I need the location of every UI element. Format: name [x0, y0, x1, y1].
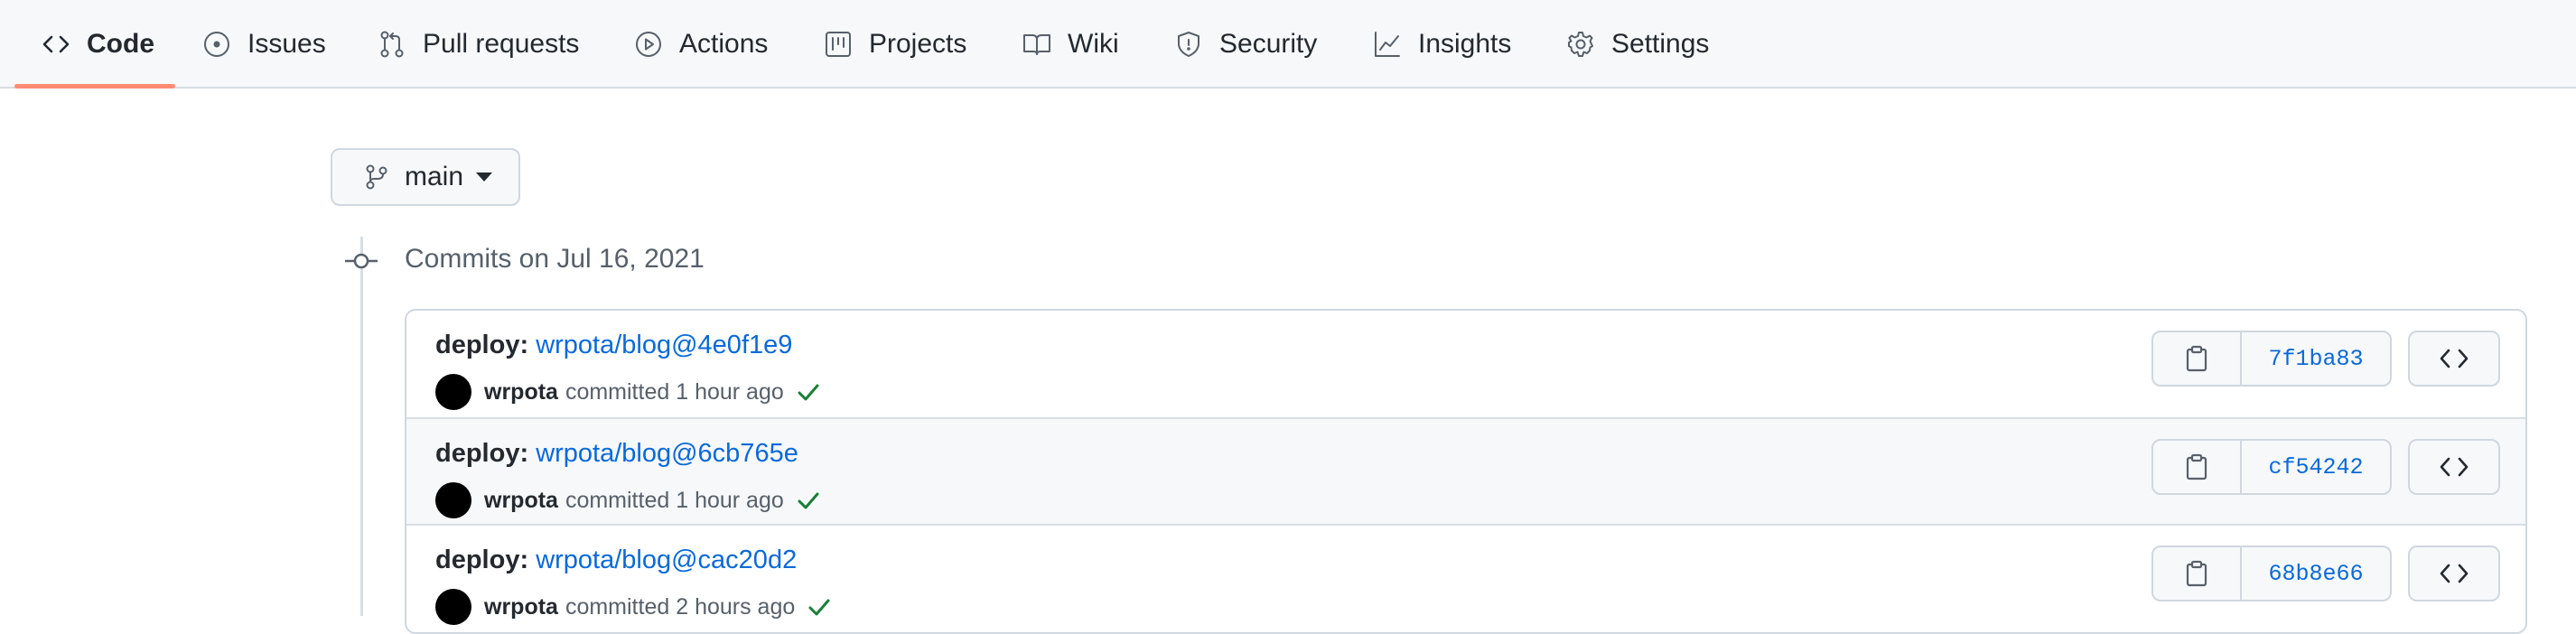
commit-message[interactable]: deploy: wrpota/blog@6cb765e — [435, 439, 798, 469]
clipboard-icon — [2186, 453, 2207, 480]
browse-files-button[interactable] — [2408, 331, 2500, 387]
commit-action: committed — [565, 378, 670, 405]
commit-time: 2 hours ago — [676, 593, 796, 620]
commit-group-title: Commits on Jul 16, 2021 — [405, 244, 705, 274]
tab-wiki[interactable]: Wiki — [1022, 0, 1119, 89]
commit-row: deploy: wrpota/blog@4e0f1e9 wrpota commi… — [406, 311, 2525, 417]
tab-label: Issues — [247, 29, 326, 59]
code-icon — [2440, 564, 2469, 583]
commit-sha-group: cf54242 — [2151, 439, 2392, 495]
graph-icon — [1375, 32, 1400, 57]
commit-sha-group: 7f1ba83 — [2151, 331, 2392, 387]
tab-label: Wiki — [1068, 29, 1119, 59]
commit-time: 1 hour ago — [676, 487, 784, 513]
commit-author[interactable]: wrpota — [484, 488, 558, 514]
commit-list: deploy: wrpota/blog@4e0f1e9 wrpota commi… — [405, 309, 2527, 634]
tab-label: Settings — [1611, 29, 1710, 59]
tab-label: Code — [87, 29, 154, 59]
code-icon — [2440, 457, 2469, 477]
copy-sha-button[interactable] — [2153, 332, 2242, 385]
commit-action: committed — [565, 593, 670, 620]
tab-label: Security — [1219, 29, 1318, 59]
project-icon — [826, 32, 851, 57]
play-icon — [636, 32, 661, 57]
tab-settings[interactable]: Settings — [1566, 0, 1709, 89]
commit-ref-link[interactable]: wrpota/blog@4e0f1e9 — [536, 331, 792, 359]
tab-actions[interactable]: Actions — [634, 0, 768, 89]
tab-pull-requests[interactable]: Pull requests — [378, 0, 579, 89]
chevron-down-icon — [476, 172, 493, 182]
tab-label: Projects — [869, 29, 967, 59]
commit-message[interactable]: deploy: wrpota/blog@4e0f1e9 — [435, 331, 792, 360]
commit-ref-link[interactable]: wrpota/blog@cac20d2 — [536, 545, 797, 574]
tab-issues[interactable]: Issues — [202, 0, 326, 89]
avatar[interactable] — [435, 482, 471, 518]
clipboard-icon — [2186, 560, 2207, 587]
commit-meta: wrpota committed 1 hour ago — [435, 482, 822, 518]
commit-meta: wrpota committed 1 hour ago — [435, 374, 822, 410]
commit-message-prefix[interactable]: deploy: — [435, 439, 528, 468]
clipboard-icon — [2186, 345, 2207, 372]
shield-icon — [1178, 32, 1199, 57]
check-icon[interactable] — [795, 487, 822, 514]
tab-label: Pull requests — [423, 29, 580, 59]
active-tab-indicator — [14, 84, 175, 89]
commit-sha-link[interactable]: 68b8e66 — [2242, 547, 2390, 600]
browse-files-button[interactable] — [2408, 439, 2500, 495]
commit-author[interactable]: wrpota — [484, 594, 558, 620]
commit-row: deploy: wrpota/blog@cac20d2 wrpota commi… — [406, 524, 2525, 630]
commit-message-prefix[interactable]: deploy: — [435, 331, 528, 359]
commit-sha-link[interactable]: 7f1ba83 — [2242, 332, 2390, 385]
commit-sha-group: 68b8e66 — [2151, 545, 2392, 601]
tab-label: Insights — [1418, 29, 1512, 59]
check-icon[interactable] — [806, 593, 833, 620]
tab-code[interactable]: Code — [42, 0, 154, 89]
code-icon — [42, 35, 70, 53]
browse-files-button[interactable] — [2408, 545, 2500, 601]
branch-selector-button[interactable]: main — [331, 148, 520, 206]
repo-nav: Code Issues Pull requests Actions Projec… — [0, 0, 2576, 89]
avatar[interactable] — [435, 589, 471, 625]
copy-sha-button[interactable] — [2153, 547, 2242, 600]
commit-ref-link[interactable]: wrpota/blog@6cb765e — [536, 439, 798, 468]
code-icon — [2440, 349, 2469, 368]
commit-message[interactable]: deploy: wrpota/blog@cac20d2 — [435, 545, 797, 575]
avatar[interactable] — [435, 374, 471, 410]
tab-insights[interactable]: Insights — [1373, 0, 1511, 89]
timeline-line — [360, 237, 363, 616]
commit-author[interactable]: wrpota — [484, 379, 558, 406]
commit-action: committed — [565, 487, 670, 513]
check-icon[interactable] — [795, 378, 822, 406]
pull-request-icon — [380, 31, 404, 58]
commit-meta: wrpota committed 2 hours ago — [435, 589, 833, 625]
commit-row: deploy: wrpota/blog@6cb765e wrpota commi… — [406, 417, 2525, 524]
tab-label: Actions — [679, 29, 769, 59]
git-branch-icon — [366, 164, 387, 190]
book-icon — [1023, 34, 1050, 55]
commit-sha-link[interactable]: cf54242 — [2242, 441, 2390, 493]
commit-time: 1 hour ago — [676, 378, 784, 405]
git-commit-icon — [345, 253, 378, 269]
commit-message-prefix[interactable]: deploy: — [435, 545, 528, 574]
issue-icon — [204, 32, 229, 57]
gear-icon — [1568, 32, 1593, 57]
tab-projects[interactable]: Projects — [824, 0, 966, 89]
copy-sha-button[interactable] — [2153, 441, 2242, 493]
branch-name: main — [405, 162, 464, 191]
tab-security[interactable]: Security — [1174, 0, 1317, 89]
